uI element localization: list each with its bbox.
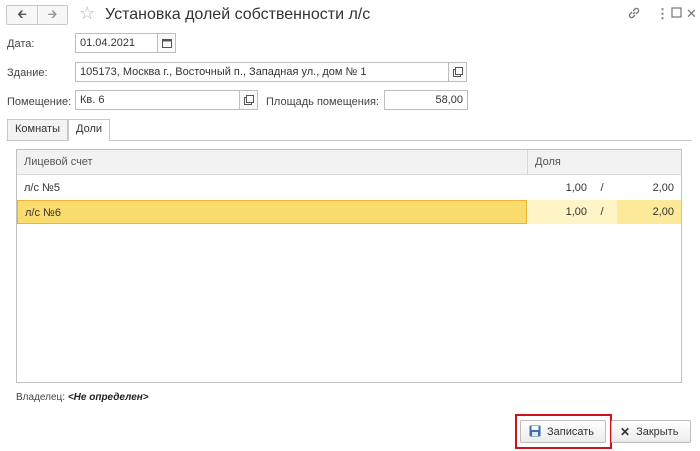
cell-slash: /: [600, 206, 604, 218]
maximize-icon[interactable]: [671, 6, 682, 22]
calendar-button[interactable]: [158, 33, 176, 53]
forward-button[interactable]: 🡲: [37, 6, 67, 24]
calendar-icon: [161, 39, 172, 48]
open-icon: [452, 67, 463, 77]
arrow-left-icon: 🡰: [17, 6, 27, 21]
owner-value[interactable]: <Не определен>: [68, 392, 149, 403]
tab-rooms[interactable]: Комнаты: [7, 119, 68, 140]
table-header: Лицевой счет Доля: [17, 150, 681, 175]
cell-denominator: 2,00: [617, 200, 681, 224]
column-header-share[interactable]: Доля: [528, 150, 561, 174]
owner-label: Владелец:: [16, 392, 66, 403]
cell-slash: /: [600, 182, 604, 194]
arrow-right-icon: 🡲: [47, 6, 58, 21]
column-header-account[interactable]: Лицевой счет: [17, 150, 93, 174]
more-vertical-icon[interactable]: ⋮: [656, 6, 669, 22]
room-field[interactable]: Кв. 6: [75, 90, 240, 110]
open-icon: [243, 95, 254, 105]
area-label: Площадь помещения:: [266, 96, 379, 108]
save-label: Записать: [547, 425, 595, 438]
close-label: Закрыть: [636, 425, 679, 438]
room-open-button[interactable]: [240, 90, 258, 110]
floppy-disk-icon: [529, 425, 541, 439]
star-icon[interactable]: ☆: [79, 3, 95, 23]
date-label: Дата:: [7, 38, 35, 50]
cell-denominator: 2,00: [652, 182, 674, 194]
cell-numerator: 1,00: [565, 206, 587, 218]
link-icon[interactable]: [627, 6, 641, 24]
table-row-selected[interactable]: л/с №6 1,00 / 2,00: [17, 200, 681, 224]
close-button[interactable]: ✕ Закрыть: [611, 420, 691, 443]
room-label: Помещение:: [7, 96, 72, 108]
shares-table[interactable]: Лицевой счет Доля л/с №5 1,00 / 2,00 л/с…: [16, 149, 682, 383]
save-button[interactable]: Записать: [520, 420, 606, 443]
date-field[interactable]: 01.04.2021: [75, 33, 158, 53]
area-field[interactable]: 58,00: [384, 90, 468, 110]
cell-account: л/с №6: [17, 200, 527, 224]
page-title: Установка долей собственности л/с: [105, 6, 371, 23]
close-icon[interactable]: ✕: [686, 6, 697, 22]
close-icon: ✕: [620, 424, 631, 439]
cell-account: л/с №5: [24, 182, 60, 194]
building-field[interactable]: 105173, Москва г., Восточный п., Западна…: [75, 62, 449, 82]
back-button[interactable]: 🡰: [7, 6, 37, 24]
cell-numerator: 1,00: [565, 182, 587, 194]
owner-line: Владелец: <Не определен>: [16, 391, 149, 405]
navigation-buttons: 🡰 🡲: [6, 5, 68, 25]
building-label: Здание:: [7, 67, 48, 79]
building-open-button[interactable]: [449, 62, 467, 82]
tab-shares[interactable]: Доли: [68, 119, 111, 141]
table-row[interactable]: л/с №5 1,00 / 2,00: [17, 176, 681, 200]
